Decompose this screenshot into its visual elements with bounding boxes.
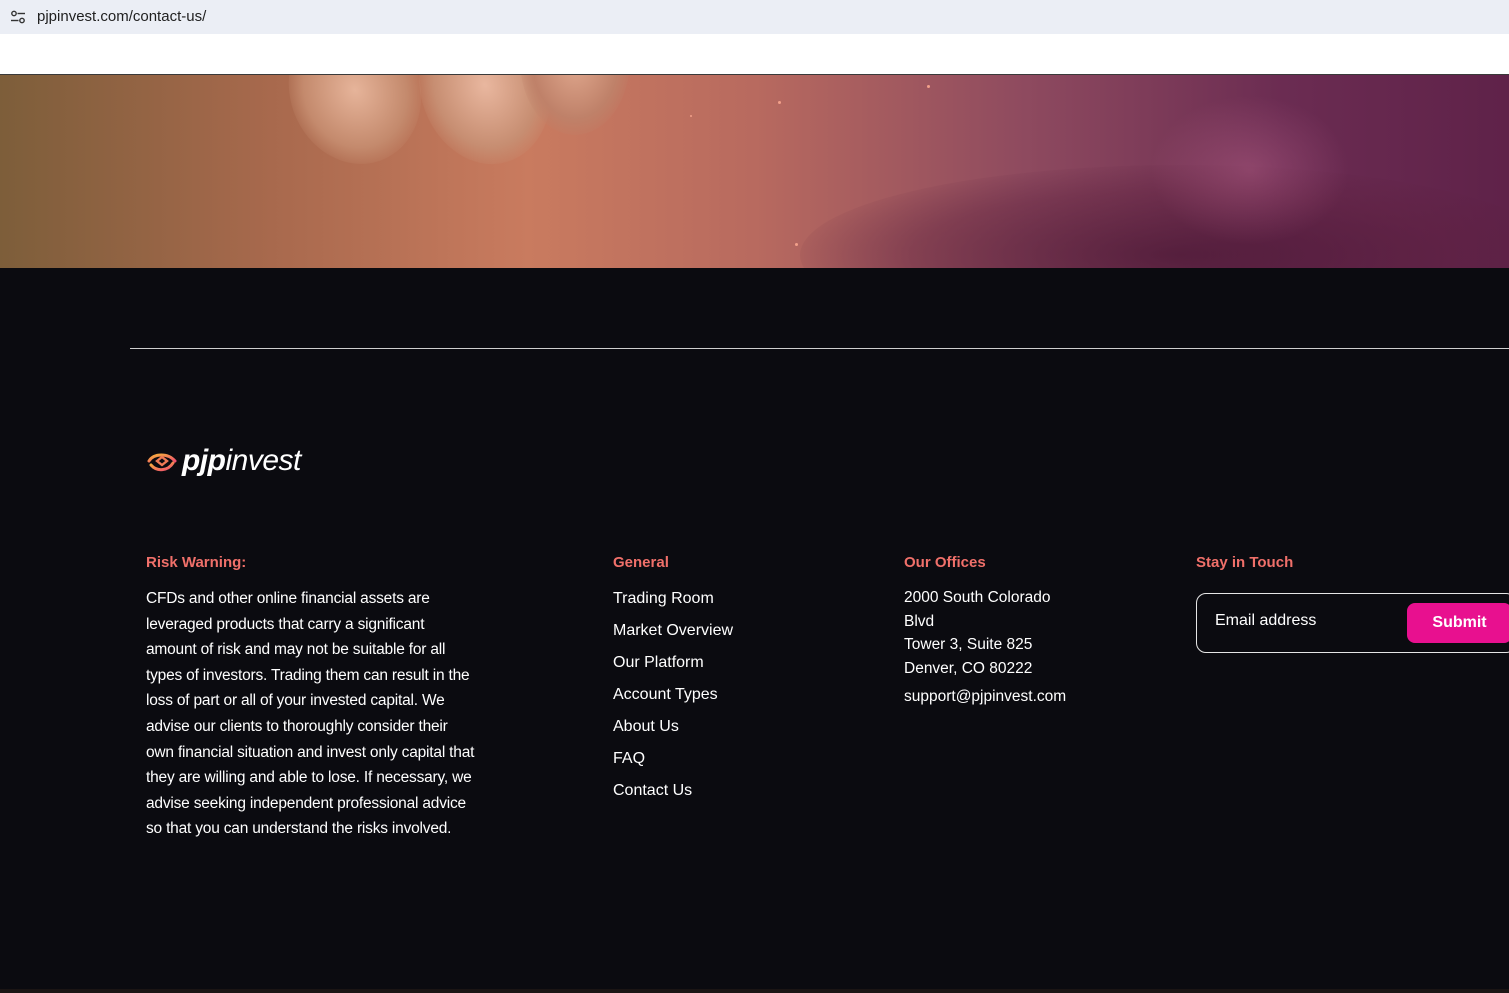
pjpinvest-logo[interactable]: pjpinvest	[146, 444, 301, 478]
footer-link-market-overview[interactable]: Market Overview	[613, 622, 733, 654]
footer-link-trading-room[interactable]: Trading Room	[613, 590, 733, 622]
newsletter-submit-button[interactable]: Submit	[1407, 603, 1509, 643]
logo-wordmark: pjpinvest	[182, 444, 301, 477]
footer-link-contact-us[interactable]: Contact Us	[613, 782, 733, 814]
footer-link-account-types[interactable]: Account Types	[613, 686, 733, 718]
footer-link-faq[interactable]: FAQ	[613, 750, 733, 782]
hero-banner-image	[0, 75, 1509, 268]
pjpinvest-logo-icon	[147, 453, 177, 472]
risk-warning-title: Risk Warning:	[146, 554, 247, 571]
url-field[interactable]	[0, 0, 1509, 34]
footer-link-our-platform[interactable]: Our Platform	[613, 654, 733, 686]
footer-link-about-us[interactable]: About Us	[613, 718, 733, 750]
stay-in-touch-title: Stay in Touch	[1196, 554, 1294, 571]
site-settings-icon[interactable]	[10, 10, 26, 24]
footer-divider	[130, 348, 1509, 349]
general-title: General	[613, 554, 669, 571]
url-text[interactable]: pjpinvest.com/contact-us/	[37, 8, 206, 25]
risk-warning-text: CFDs and other online financial assets a…	[146, 590, 475, 838]
address-line-3: Tower 3, Suite 825	[904, 636, 1033, 653]
site-header	[0, 34, 1509, 75]
our-offices-title: Our Offices	[904, 554, 986, 571]
address-line-4: Denver, CO 80222	[904, 659, 1033, 677]
bottom-strip	[0, 989, 1509, 993]
address-line-1: 2000 South Colorado	[904, 589, 1051, 606]
office-address: 2000 South Colorado Blvd Tower 3, Suite …	[904, 586, 1104, 680]
support-email-link[interactable]: support@pjpinvest.com	[904, 688, 1066, 706]
general-links: Trading Room Market Overview Our Platfor…	[613, 590, 733, 814]
site-footer: pjpinvest Risk Warning: CFDs and other o…	[0, 268, 1509, 993]
newsletter-form: Submit	[1196, 593, 1509, 653]
address-line-2: Blvd	[904, 612, 935, 630]
newsletter-email-input[interactable]	[1215, 612, 1395, 630]
browser-address-bar: pjpinvest.com/contact-us/	[0, 0, 1509, 34]
